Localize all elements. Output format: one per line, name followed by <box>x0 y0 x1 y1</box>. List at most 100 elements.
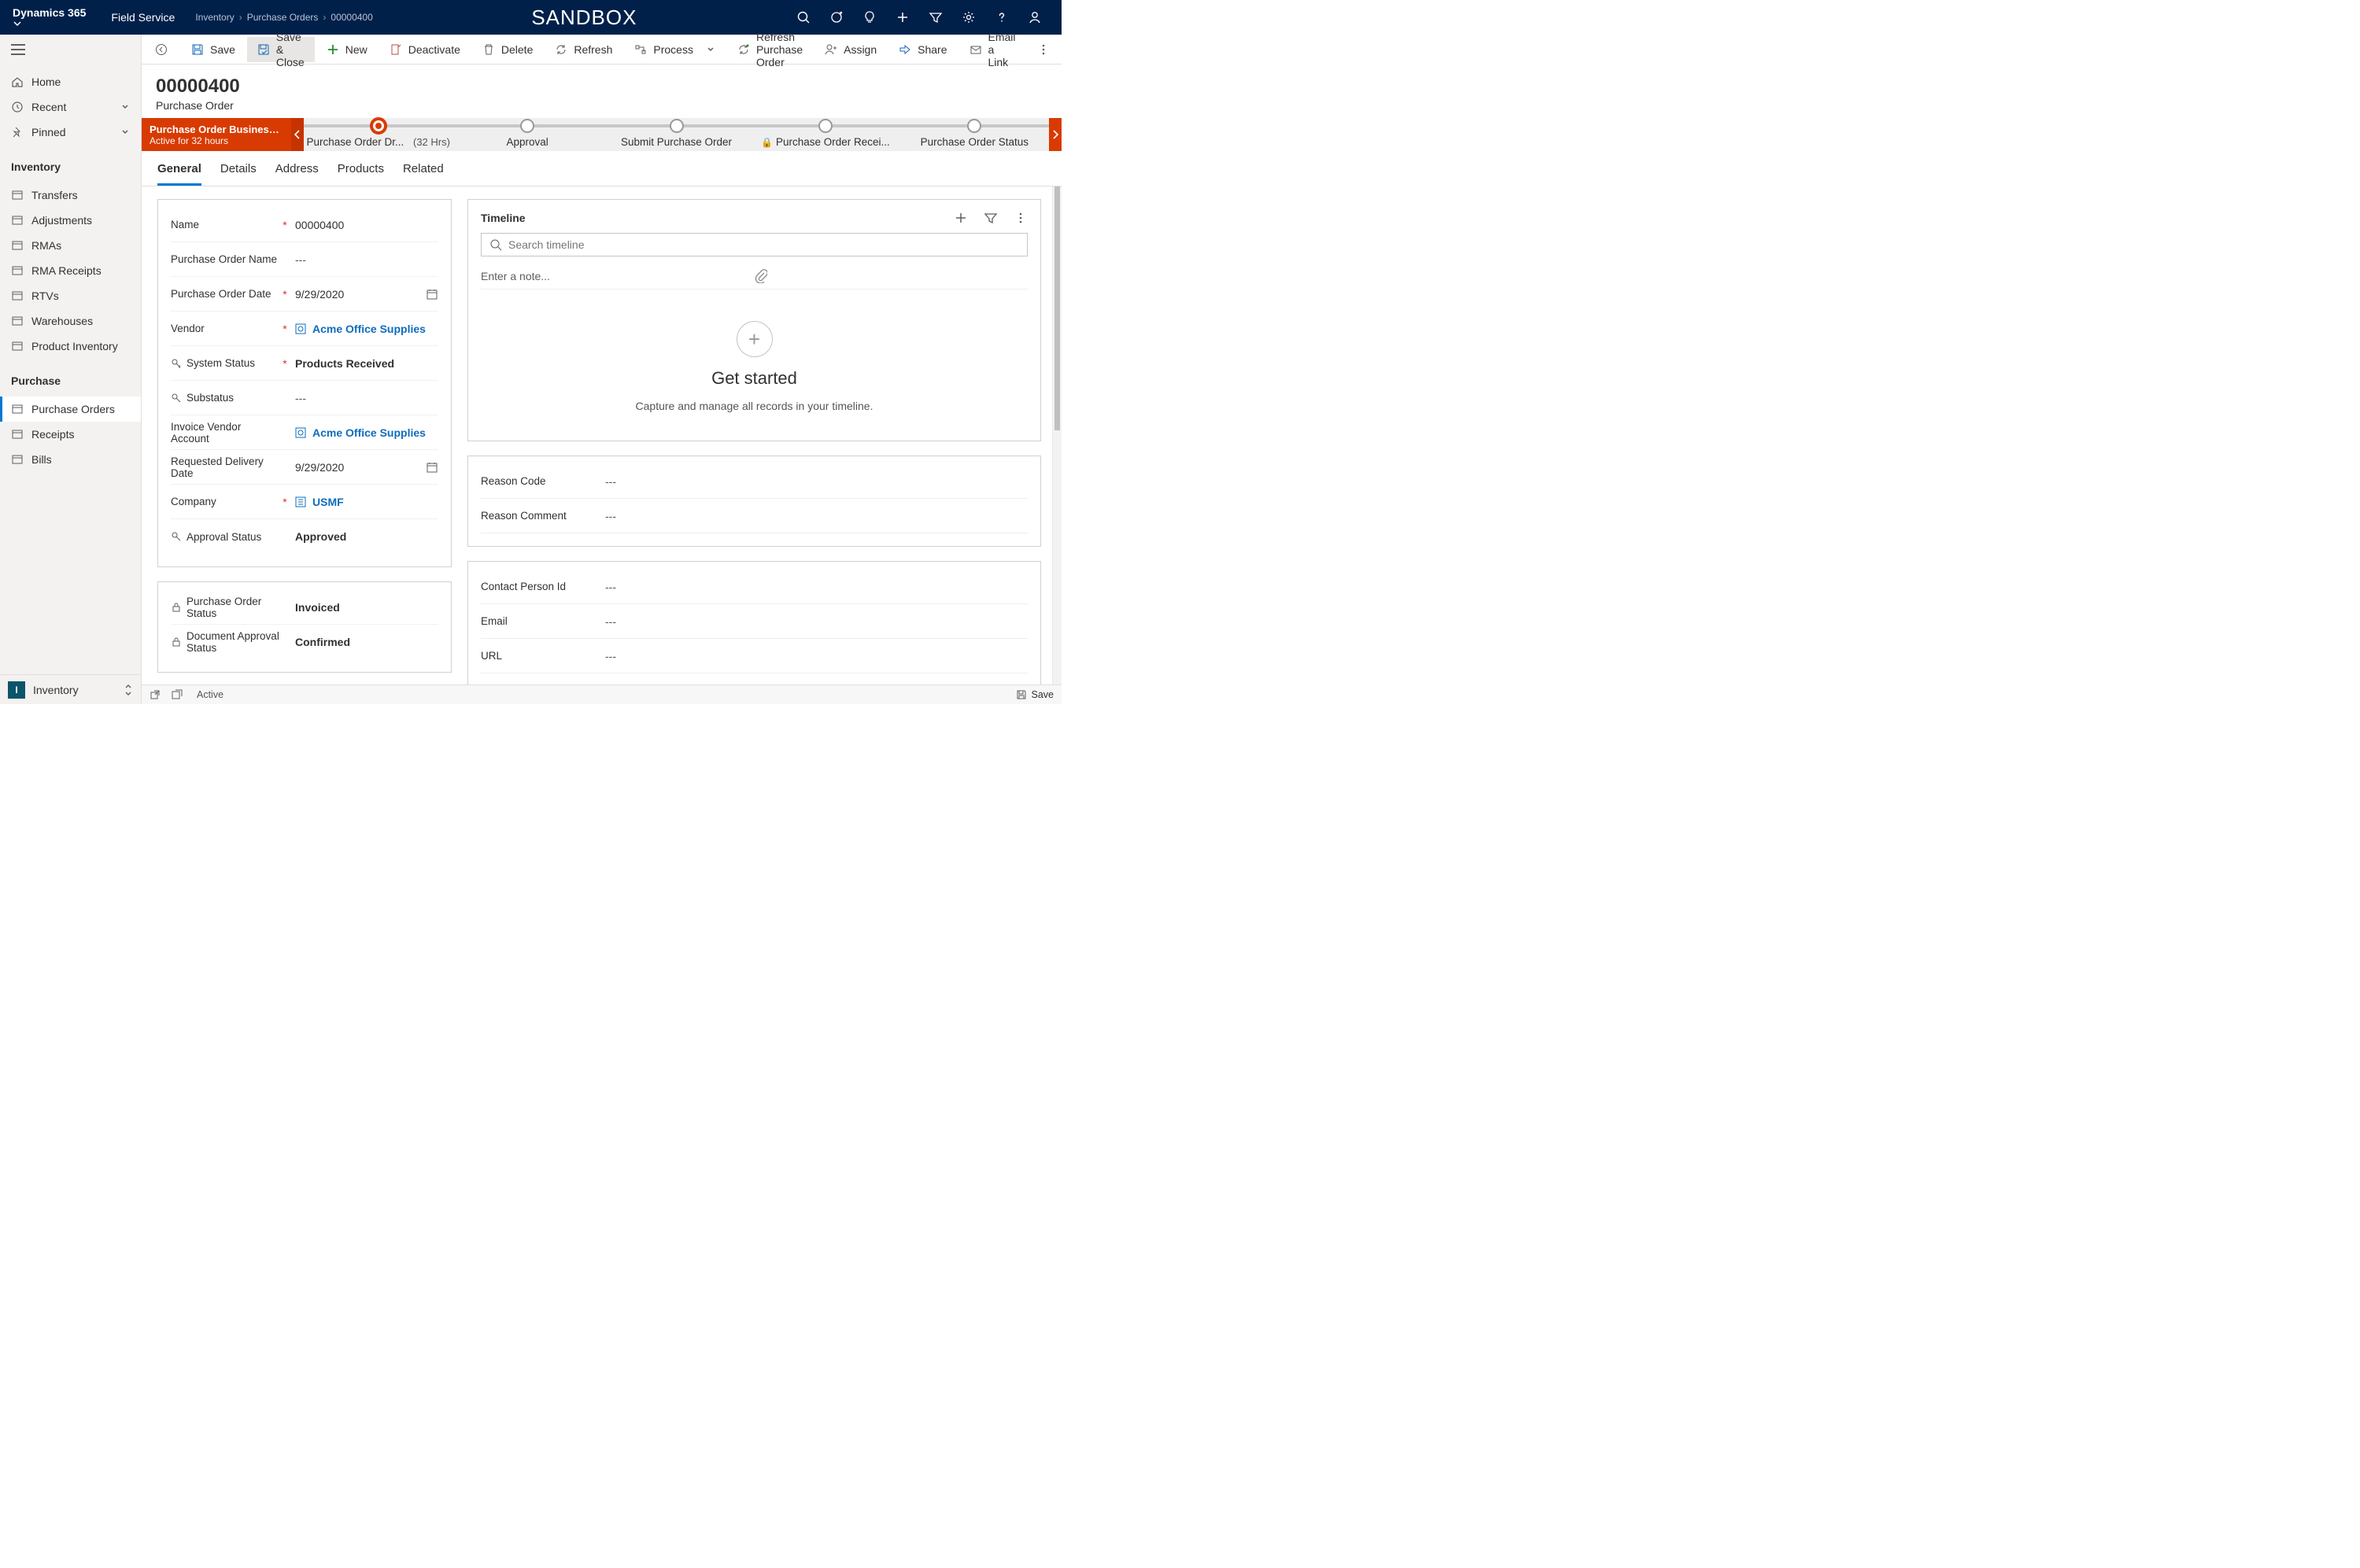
cmd-assign-button[interactable]: Assign <box>814 37 887 62</box>
timeline-add-button[interactable]: + <box>737 321 773 357</box>
sidebar-item[interactable]: Warehouses <box>0 308 141 334</box>
app-brand[interactable]: Dynamics 365 <box>13 6 90 28</box>
field-value[interactable]: --- <box>599 581 1028 593</box>
cmd-refresh-button[interactable]: Refresh <box>545 37 622 62</box>
cmd-new-button[interactable]: New <box>316 37 378 62</box>
field-reason-code[interactable]: Reason Code --- <box>481 464 1028 499</box>
sidebar-item[interactable]: RMA Receipts <box>0 258 141 283</box>
process-stage[interactable]: Purchase Order Status <box>900 119 1049 151</box>
tab-address[interactable]: Address <box>275 162 319 186</box>
field-contact-person[interactable]: Contact Person Id --- <box>481 570 1028 604</box>
tab-related[interactable]: Related <box>403 162 444 186</box>
plus-icon[interactable] <box>954 211 968 225</box>
popout-new-icon[interactable] <box>172 689 183 700</box>
sidebar-item[interactable]: Receipts <box>0 422 141 447</box>
sidebar-item[interactable]: Transfers <box>0 183 141 208</box>
more-icon[interactable] <box>1014 211 1028 225</box>
sidebar-item-recent[interactable]: Recent <box>0 94 141 120</box>
lightbulb-icon[interactable] <box>862 9 877 25</box>
field-value[interactable]: --- <box>599 510 1028 522</box>
sidebar-item[interactable]: Purchase Orders <box>0 397 141 422</box>
field-requested-delivery[interactable]: Requested Delivery Date 9/29/2020 <box>171 450 438 485</box>
sidebar-item-pinned[interactable]: Pinned <box>0 120 141 145</box>
breadcrumb-item[interactable]: Purchase Orders <box>247 12 319 23</box>
sidebar-area-switcher[interactable]: I Inventory <box>0 674 141 704</box>
field-name[interactable]: Name * 00000400 <box>171 208 438 242</box>
process-stage[interactable]: 🔒Purchase Order Recei... <box>751 119 899 151</box>
sidebar-item[interactable]: Adjustments <box>0 208 141 233</box>
scrollbar-thumb[interactable] <box>1054 186 1060 430</box>
field-value[interactable]: 9/29/2020 <box>289 461 438 474</box>
timeline-note-input[interactable]: Enter a note... <box>481 263 1028 290</box>
field-value[interactable]: --- <box>289 392 438 404</box>
cmd-deactivate-button[interactable]: Deactivate <box>379 37 471 62</box>
field-value[interactable]: Products Received <box>289 357 438 370</box>
field-invoice-vendor[interactable]: Invoice Vendor Account Acme Office Suppl… <box>171 415 438 450</box>
field-email[interactable]: Email --- <box>481 604 1028 639</box>
sidebar-item[interactable]: Product Inventory <box>0 334 141 359</box>
field-po-name[interactable]: Purchase Order Name --- <box>171 242 438 277</box>
app-module[interactable]: Field Service <box>111 11 175 24</box>
vertical-scrollbar[interactable] <box>1052 186 1062 684</box>
search-icon[interactable] <box>796 9 811 25</box>
sidebar-item[interactable]: RMAs <box>0 233 141 258</box>
field-url[interactable]: URL --- <box>481 639 1028 673</box>
timeline-search-input[interactable] <box>508 238 1019 251</box>
tab-products[interactable]: Products <box>338 162 384 186</box>
field-value-link[interactable]: Acme Office Supplies <box>289 323 438 335</box>
process-next-button[interactable] <box>1049 118 1062 151</box>
field-po-date[interactable]: Purchase Order Date * 9/29/2020 <box>171 277 438 312</box>
field-system-status[interactable]: System Status * Products Received <box>171 346 438 381</box>
entity-icon <box>11 315 24 327</box>
field-value[interactable]: --- <box>599 615 1028 628</box>
calendar-icon[interactable] <box>426 461 438 474</box>
attachment-icon[interactable] <box>755 269 1029 283</box>
calendar-icon[interactable] <box>426 288 438 301</box>
process-flag[interactable]: Purchase Order Business ... Active for 3… <box>142 118 291 151</box>
field-substatus[interactable]: Substatus --- <box>171 381 438 415</box>
sidebar-item[interactable]: RTVs <box>0 283 141 308</box>
cmd-process-button[interactable]: Process <box>624 37 726 62</box>
filter-icon[interactable] <box>928 9 944 25</box>
field-vendor[interactable]: Vendor * Acme Office Supplies <box>171 312 438 346</box>
timeline-search[interactable] <box>481 233 1028 256</box>
target-icon[interactable] <box>829 9 844 25</box>
cmd-refreshpo-button[interactable]: Refresh Purchase Order <box>727 37 813 62</box>
process-prev-button[interactable] <box>291 118 304 151</box>
field-value[interactable]: --- <box>289 253 438 266</box>
process-stage[interactable]: Approval <box>452 119 601 151</box>
help-icon[interactable] <box>994 9 1010 25</box>
field-value-link[interactable]: Acme Office Supplies <box>289 426 438 439</box>
breadcrumb-item[interactable]: Inventory <box>195 12 234 23</box>
cmd-save-button[interactable]: Save <box>181 37 246 62</box>
footer-save-button[interactable]: Save <box>1016 689 1054 700</box>
field-value[interactable]: 9/29/2020 <box>289 288 438 301</box>
field-value[interactable]: 00000400 <box>289 219 438 231</box>
cmd-saveclose-button[interactable]: Save & Close <box>247 37 315 62</box>
field-reason-comment[interactable]: Reason Comment --- <box>481 499 1028 533</box>
process-stage[interactable]: Submit Purchase Order <box>602 119 751 151</box>
process-stage[interactable]: Purchase Order Dr... (32 Hrs) <box>304 119 452 151</box>
cmd-overflow-button[interactable] <box>1028 43 1059 56</box>
sidebar-item[interactable]: Bills <box>0 447 141 472</box>
field-value-link[interactable]: USMF <box>289 496 438 508</box>
field-value[interactable]: --- <box>599 650 1028 662</box>
popout-icon[interactable] <box>150 689 161 700</box>
hamburger-icon[interactable] <box>11 44 25 55</box>
user-icon[interactable] <box>1027 9 1043 25</box>
cmd-delete-button[interactable]: Delete <box>472 37 543 62</box>
field-company[interactable]: Company * USMF <box>171 485 438 519</box>
field-value[interactable]: --- <box>599 475 1028 488</box>
field-value[interactable]: Approved <box>289 530 438 543</box>
gear-icon[interactable] <box>961 9 977 25</box>
tab-general[interactable]: General <box>157 162 201 186</box>
field-approval-status[interactable]: Approval Status Approved <box>171 519 438 554</box>
filter-icon[interactable] <box>984 211 998 225</box>
tab-details[interactable]: Details <box>220 162 257 186</box>
cmd-share-button[interactable]: Share <box>888 37 957 62</box>
breadcrumb-item[interactable]: 00000400 <box>331 12 372 23</box>
cmd-back-button[interactable] <box>145 37 178 62</box>
plus-icon[interactable] <box>895 9 910 25</box>
sidebar-item-home[interactable]: Home <box>0 69 141 94</box>
cmd-email-button[interactable]: Email a Link <box>959 37 1026 62</box>
